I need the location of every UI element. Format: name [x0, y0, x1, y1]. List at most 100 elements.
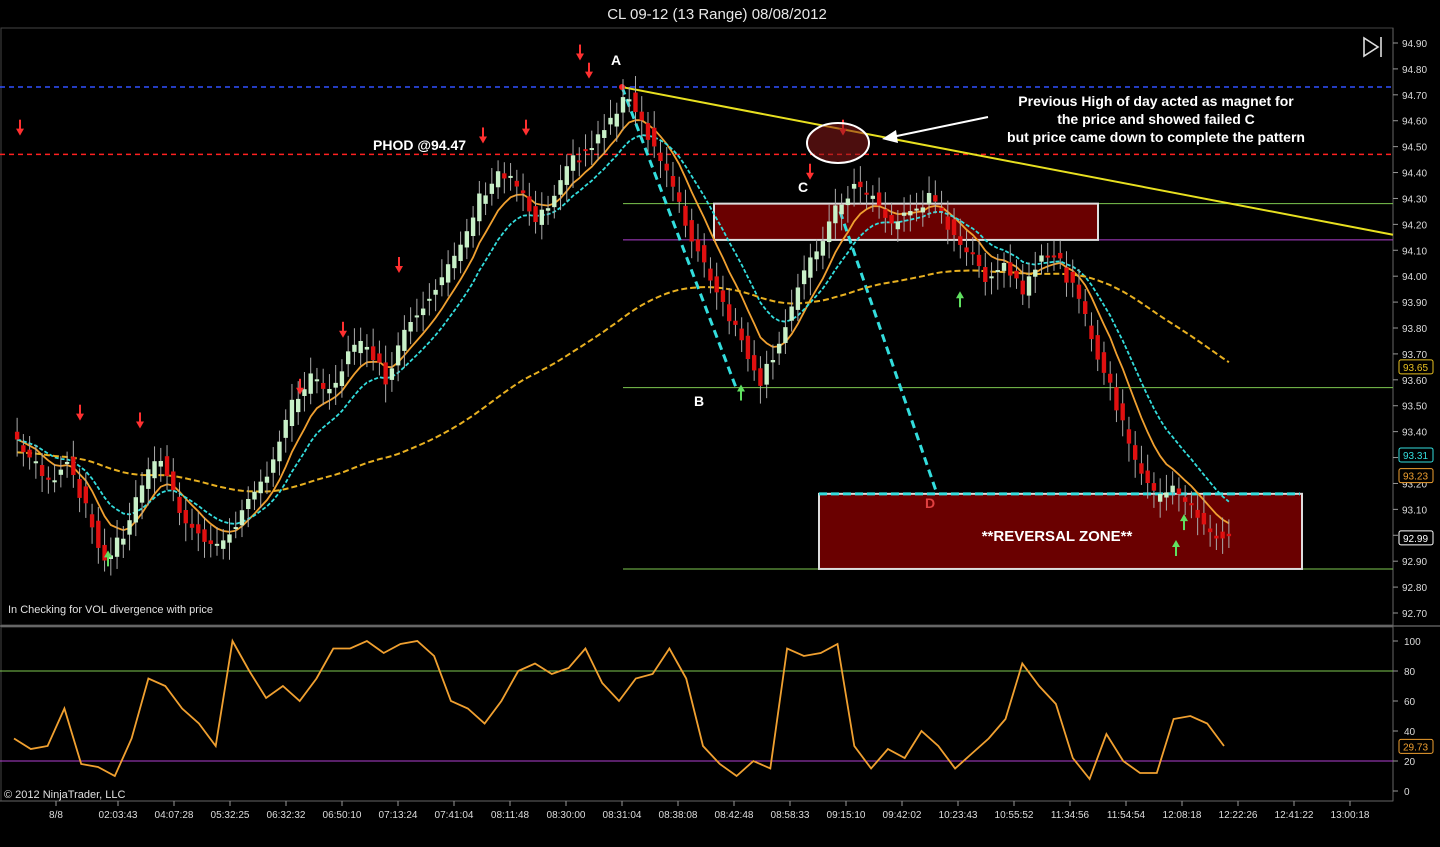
candle-body — [1033, 269, 1038, 277]
candle-body — [364, 346, 370, 350]
price-marker-label: 92.99 — [1403, 534, 1428, 545]
chart-canvas: CL 09-12 (13 Range) 08/08/2012 92.70 92.8… — [0, 0, 1440, 847]
time-tick-label: 09:42:02 — [883, 810, 922, 821]
candle-body — [495, 171, 501, 188]
candle-body — [564, 166, 569, 185]
candle-body — [508, 175, 513, 178]
candle-body — [870, 195, 876, 199]
candle-body — [1020, 280, 1025, 295]
time-tick-label: 13:00:18 — [1331, 810, 1370, 821]
candle-body — [633, 92, 638, 113]
candle-body — [71, 456, 76, 475]
candle-body — [614, 113, 619, 127]
candle-body — [1064, 267, 1069, 283]
candle-body — [139, 485, 145, 503]
resistance-zone — [713, 202, 1099, 241]
candle-body — [627, 99, 632, 102]
candle-body — [1089, 325, 1094, 340]
price-tick-label: 94.30 — [1402, 194, 1427, 205]
candle-body — [1070, 271, 1075, 283]
candle-body — [483, 195, 488, 204]
candle-body — [1120, 403, 1125, 421]
candle-body — [271, 459, 276, 473]
price-tick-label: 93.90 — [1402, 298, 1427, 309]
time-tick-label: 07:13:24 — [379, 810, 418, 821]
candle-body — [889, 214, 894, 224]
candle-body — [976, 254, 982, 267]
candle-body — [895, 221, 901, 230]
candle-body — [989, 276, 994, 279]
candle-body — [808, 257, 813, 278]
candle-body — [470, 217, 476, 237]
price-tick-label: 93.70 — [1402, 350, 1427, 361]
candle-body — [133, 497, 138, 523]
candle-body — [995, 270, 1000, 273]
candle-body — [826, 221, 832, 243]
candle-body — [714, 276, 719, 293]
candle-body — [177, 496, 182, 513]
candle-body — [745, 335, 751, 360]
candle-body — [602, 130, 607, 138]
candle-body — [683, 205, 688, 226]
point-a-dot — [619, 84, 625, 91]
candle-body — [527, 196, 532, 212]
candle-body — [277, 441, 282, 462]
candle-body — [1132, 445, 1138, 460]
price-tick-label: 94.20 — [1402, 220, 1427, 231]
price-tick-label: 93.80 — [1402, 324, 1427, 335]
candle-body — [1001, 262, 1007, 271]
candle-body — [1139, 463, 1144, 474]
candle-body — [595, 134, 601, 144]
candle-body — [883, 209, 888, 218]
candle-body — [839, 204, 844, 215]
candle-body — [1101, 352, 1107, 373]
price-tick-label: 92.90 — [1402, 557, 1427, 568]
candle-body — [1045, 255, 1050, 258]
candle-body — [189, 523, 195, 528]
price-tick-label: 93.40 — [1402, 428, 1427, 439]
candle-body — [645, 123, 651, 140]
candle-body — [239, 510, 245, 526]
candle-body — [395, 345, 401, 366]
candle-body — [552, 195, 557, 208]
candle-body — [333, 382, 338, 388]
candle-body — [445, 264, 451, 283]
candle-body — [845, 198, 851, 206]
time-tick-label: 05:32:25 — [211, 810, 250, 821]
candle-body — [620, 97, 626, 113]
price-tick-label: 93.10 — [1402, 505, 1427, 516]
price-tick-label: 94.90 — [1402, 39, 1427, 50]
candle-body — [726, 304, 732, 322]
price-tick-label: 94.10 — [1402, 246, 1427, 257]
candle-body — [801, 270, 807, 285]
candle-body — [1076, 284, 1082, 299]
candle-body — [77, 479, 82, 498]
candle-body — [876, 192, 882, 206]
time-tick-label: 11:34:56 — [1051, 810, 1090, 821]
candle-body — [1164, 492, 1169, 498]
time-tick-label: 10:23:43 — [939, 810, 978, 821]
candle-body — [21, 445, 26, 453]
candle-body — [814, 251, 819, 260]
point-c-label: C — [798, 179, 808, 195]
candle-body — [264, 476, 270, 483]
price-marker-label: 93.23 — [1403, 472, 1428, 483]
osc-tick-label: 0 — [1404, 787, 1410, 798]
reversal-zone-label: **REVERSAL ZONE** — [982, 528, 1133, 545]
price-tick-label: 92.70 — [1402, 609, 1427, 620]
time-tick-label: 12:41:22 — [1275, 810, 1314, 821]
candle-body — [739, 328, 744, 341]
candle-body — [320, 383, 326, 389]
price-tick-label: 94.70 — [1402, 91, 1427, 102]
candle-body — [1108, 373, 1113, 383]
time-tick-label: 06:50:10 — [323, 810, 362, 821]
candle-body — [46, 477, 51, 480]
candle-body — [114, 537, 120, 557]
candle-body — [733, 320, 738, 325]
candle-body — [901, 212, 907, 216]
price-marker-label: 93.65 — [1403, 363, 1428, 374]
candle-body — [1051, 255, 1057, 258]
candle-body — [158, 460, 163, 467]
candle-body — [1151, 483, 1157, 491]
candle-body — [489, 183, 495, 194]
